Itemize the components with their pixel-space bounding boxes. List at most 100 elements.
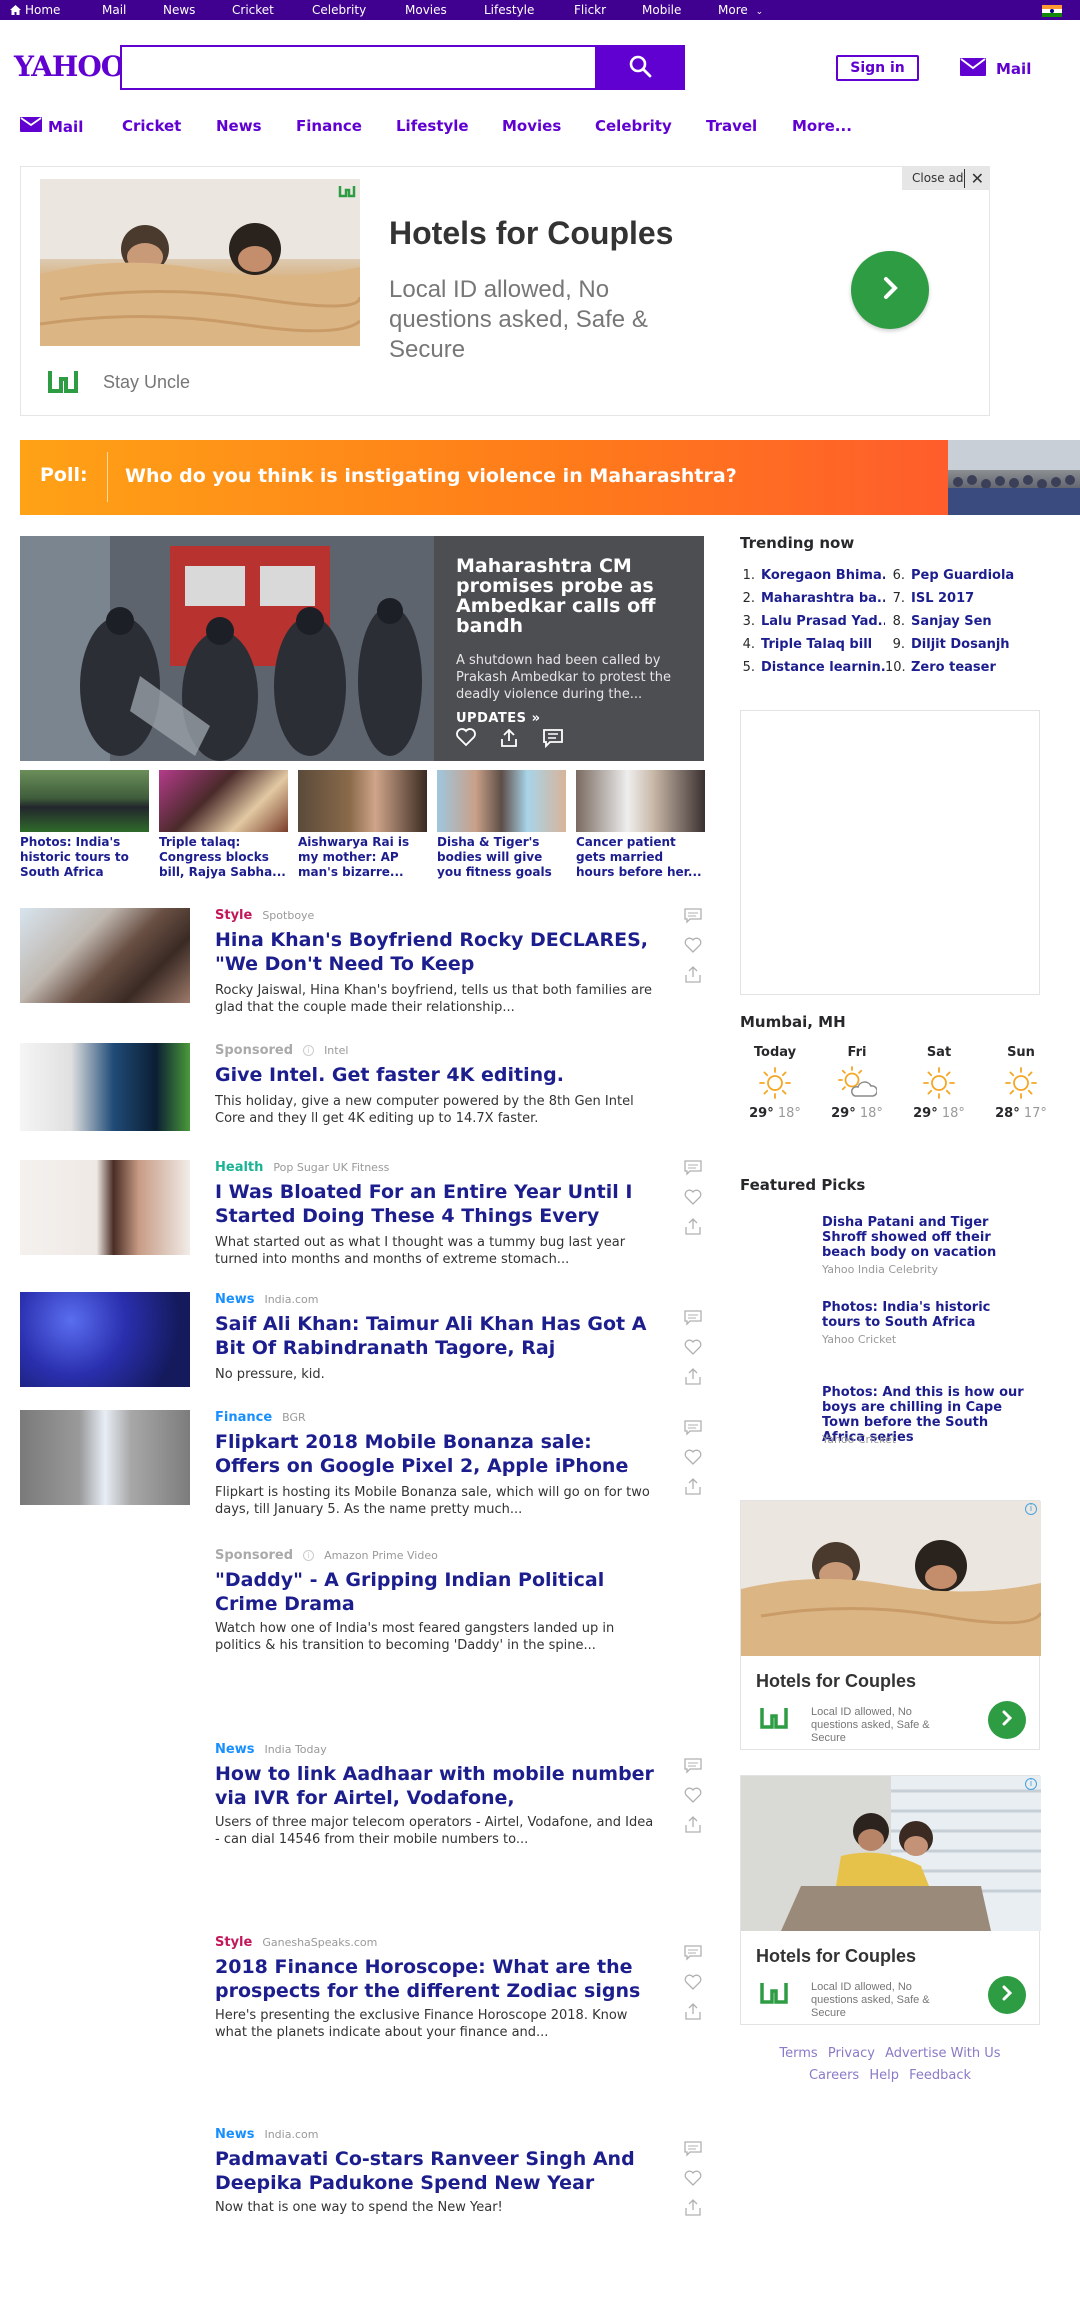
topbar-more-menu[interactable]: More ⌄: [718, 3, 763, 17]
trending-item[interactable]: 4. Triple Talaq bill: [735, 637, 885, 652]
nav-item-cricket[interactable]: Cricket: [122, 117, 181, 135]
trending-item[interactable]: 3. Lalu Prasad Yad...: [735, 614, 885, 629]
story-title[interactable]: Give Intel. Get faster 4K editing.: [215, 1063, 655, 1087]
story-category[interactable]: Health: [215, 1160, 263, 1175]
trending-item[interactable]: 8. Sanjay Sen: [885, 614, 1035, 629]
topbar-flickr-link[interactable]: Flickr: [574, 3, 606, 17]
story-category[interactable]: Finance: [215, 1410, 272, 1425]
story-category[interactable]: News: [215, 1292, 254, 1307]
nav-item-celebrity[interactable]: Celebrity: [595, 117, 672, 135]
footer-link-privacy[interactable]: Privacy: [828, 2046, 875, 2061]
story-title[interactable]: Saif Ali Khan: Taimur Ali Khan Has Got A…: [215, 1312, 655, 1360]
stream-item[interactable]: Finance BGR Flipkart 2018 Mobile Bonanza…: [20, 1410, 710, 1520]
hero-story[interactable]: Maharashtra CM promises probe as Ambedka…: [20, 536, 704, 761]
trending-item[interactable]: 9. Diljit Dosanjh: [885, 637, 1035, 652]
trending-item[interactable]: 7. ISL 2017: [885, 591, 1035, 606]
sign-in-button[interactable]: Sign in: [836, 55, 919, 81]
topbar-home-link[interactable]: Home: [10, 3, 60, 18]
topbar-mail-link[interactable]: Mail: [102, 3, 126, 17]
story-category[interactable]: News: [215, 1742, 254, 1757]
weather-location[interactable]: Mumbai, MH: [740, 1013, 846, 1031]
topbar-lifestyle-link[interactable]: Lifestyle: [484, 3, 534, 17]
heart-icon[interactable]: [684, 937, 702, 957]
footer-link-feedback[interactable]: Feedback: [909, 2068, 971, 2083]
comment-icon[interactable]: [684, 1310, 702, 1330]
story-title[interactable]: Hina Khan's Boyfriend Rocky DECLARES, "W…: [215, 928, 655, 976]
nav-item-mail[interactable]: Mail: [20, 117, 83, 136]
stream-item-sponsored[interactable]: Sponsored i Intel Give Intel. Get faster…: [20, 1043, 710, 1138]
side-ad-cta-button[interactable]: [988, 1976, 1026, 2014]
ad-cta-button[interactable]: [851, 251, 929, 329]
hero-updates-link[interactable]: UPDATES »: [456, 711, 682, 726]
stream-item[interactable]: Style GaneshaSpeaks.com 2018 Finance Hor…: [20, 1935, 710, 2045]
india-flag-icon[interactable]: [1042, 5, 1062, 17]
heart-icon[interactable]: [684, 1339, 702, 1359]
trending-item[interactable]: 6. Pep Guardiola: [885, 568, 1035, 583]
ad-info-icon[interactable]: i: [1025, 1503, 1037, 1515]
header-mail-link[interactable]: Mail: [960, 58, 1031, 80]
heart-icon[interactable]: [684, 2170, 702, 2190]
thumb-item[interactable]: Aishwarya Rai is my mother: AP man's biz…: [298, 770, 427, 880]
story-title[interactable]: I Was Bloated For an Entire Year Until I…: [215, 1180, 655, 1228]
weather-day[interactable]: Today 29° 18°: [740, 1045, 810, 1121]
nav-item-movies[interactable]: Movies: [502, 117, 561, 135]
stream-item-sponsored[interactable]: Sponsored i Amazon Prime Video "Daddy" -…: [20, 1548, 710, 1658]
comment-icon[interactable]: [684, 1420, 702, 1440]
info-icon[interactable]: i: [303, 1550, 315, 1561]
trending-item[interactable]: 1. Koregaon Bhima...: [735, 568, 885, 583]
stream-item[interactable]: News India.com Padmavati Co-stars Ranvee…: [20, 2127, 710, 2227]
topbar-movies-link[interactable]: Movies: [405, 3, 447, 17]
heart-icon[interactable]: [684, 1974, 702, 1994]
featured-item[interactable]: Disha Patani and Tiger Shroff showed off…: [740, 1215, 1040, 1276]
search-button[interactable]: [595, 45, 685, 90]
nav-item-news[interactable]: News: [216, 117, 262, 135]
banner-ad[interactable]: Hotels for Couples Local ID allowed, No …: [20, 166, 990, 416]
poll-image[interactable]: [948, 440, 1080, 515]
topbar-cricket-link[interactable]: Cricket: [232, 3, 274, 17]
comment-icon[interactable]: [684, 2141, 702, 2161]
share-icon[interactable]: [684, 966, 702, 988]
topbar-mobile-link[interactable]: Mobile: [642, 3, 681, 17]
footer-link-terms[interactable]: Terms: [779, 2046, 817, 2061]
story-title[interactable]: Flipkart 2018 Mobile Bonanza sale: Offer…: [215, 1430, 655, 1478]
nav-item-travel[interactable]: Travel: [706, 117, 757, 135]
share-icon[interactable]: [684, 1368, 702, 1390]
trending-item[interactable]: 10. Zero teaser: [885, 660, 1035, 675]
share-icon[interactable]: [684, 1478, 702, 1500]
share-icon[interactable]: [684, 2003, 702, 2025]
heart-icon[interactable]: [684, 1787, 702, 1807]
featured-item[interactable]: Photos: And this is how our boys are chi…: [740, 1385, 1040, 1446]
weather-day[interactable]: Sun 28° 17°: [986, 1045, 1056, 1121]
poll-banner[interactable]: Poll: Who do you think is instigating vi…: [20, 440, 948, 515]
story-category[interactable]: Style: [215, 1935, 252, 1950]
weather-day[interactable]: Fri 29° 18°: [822, 1045, 892, 1121]
hero-title[interactable]: Maharashtra CM promises probe as Ambedka…: [456, 556, 682, 636]
footer-link-advertise[interactable]: Advertise With Us: [885, 2046, 1001, 2061]
info-icon[interactable]: i: [303, 1045, 315, 1056]
yahoo-logo[interactable]: YAHOO!: [14, 50, 136, 83]
trending-item[interactable]: 5. Distance learnin...: [735, 660, 885, 675]
footer-link-help[interactable]: Help: [869, 2068, 899, 2083]
comment-icon[interactable]: [542, 728, 564, 752]
story-title[interactable]: Padmavati Co-stars Ranveer Singh And Dee…: [215, 2147, 655, 2195]
footer-link-careers[interactable]: Careers: [809, 2068, 859, 2083]
story-title[interactable]: 2018 Finance Horoscope: What are the pro…: [215, 1955, 655, 2003]
nav-item-lifestyle[interactable]: Lifestyle: [396, 117, 469, 135]
stream-item[interactable]: Style Spotboye Hina Khan's Boyfriend Roc…: [20, 908, 710, 1018]
trending-item[interactable]: 2. Maharashtra ba...: [735, 591, 885, 606]
share-icon[interactable]: [684, 2199, 702, 2221]
comment-icon[interactable]: [684, 1945, 702, 1965]
share-icon[interactable]: [684, 1218, 702, 1240]
story-category[interactable]: News: [215, 2127, 254, 2142]
share-icon[interactable]: [500, 728, 518, 752]
story-title[interactable]: How to link Aadhaar with mobile number v…: [215, 1762, 655, 1810]
heart-icon[interactable]: [456, 728, 476, 752]
nav-item-more[interactable]: More...: [792, 117, 852, 135]
topbar-news-link[interactable]: News: [163, 3, 195, 17]
comment-icon[interactable]: [684, 1160, 702, 1180]
ad-info-icon[interactable]: i: [1025, 1778, 1037, 1790]
thumb-item[interactable]: Cancer patient gets married hours before…: [576, 770, 705, 880]
close-ad-button[interactable]: Close ad ✕: [902, 166, 990, 190]
share-icon[interactable]: [684, 1816, 702, 1838]
thumb-item[interactable]: Triple talaq: Congress blocks bill, Rajy…: [159, 770, 288, 880]
